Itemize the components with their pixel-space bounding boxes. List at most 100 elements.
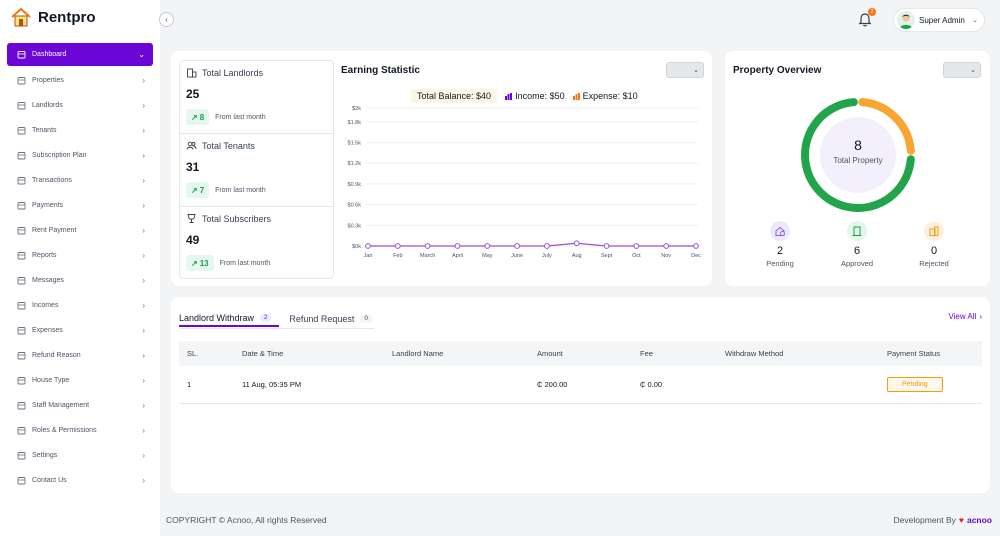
y-tick-label: $2k <box>352 106 361 112</box>
col-date: Date & Time <box>234 341 384 366</box>
sidebar-item-settings[interactable]: Settings › <box>7 443 153 468</box>
settings-icon <box>16 451 26 461</box>
chevron-right-icon: › <box>979 312 982 321</box>
col-sl: SL. <box>179 341 234 366</box>
y-tick-label: $1.2k <box>348 161 362 167</box>
sidebar-item-house-type[interactable]: House Type › <box>7 368 153 393</box>
chart-legend: Total Balance: $40 Income: $50 Expense: … <box>411 89 638 103</box>
sidebar-item-tenants[interactable]: Tenants › <box>7 118 153 143</box>
sidebar-item-expenses[interactable]: Expenses › <box>7 318 153 343</box>
footer-copyright: COPYRIGHT © Acnoo, All rights Reserved <box>166 515 327 525</box>
income-icon <box>16 301 26 311</box>
sidebar-item-label: Properties <box>32 77 64 84</box>
sidebar-item-incomes[interactable]: Incomes › <box>7 293 153 318</box>
data-point[interactable] <box>573 240 580 247</box>
sidebar-item-subscription-plan[interactable]: Subscription Plan › <box>7 143 153 168</box>
cell-landlord-name <box>384 366 529 404</box>
earning-chart: $0k $0.3k $0.6k $0.9k $1.2k $1.5k $1.8k $2k Jan F… <box>348 106 702 259</box>
chevron-right-icon: › <box>142 76 145 85</box>
sidebar-item-roles-permissions[interactable]: Roles & Permissions › <box>7 418 153 443</box>
tab-label: Landlord Withdraw <box>179 312 255 323</box>
data-point[interactable] <box>514 243 520 249</box>
data-point[interactable] <box>365 243 371 249</box>
landlord-building-icon <box>187 68 197 78</box>
data-point[interactable] <box>603 243 610 249</box>
view-all-link[interactable]: View All › <box>948 312 982 321</box>
x-tick-label: Nov <box>661 253 671 259</box>
tab-refund-request[interactable]: Refund Request 0 <box>289 310 379 327</box>
user-menu[interactable]: Super Admin ⌄ <box>893 8 985 32</box>
chevron-right-icon: › <box>142 101 145 110</box>
sidebar-item-properties[interactable]: Properties › <box>7 68 153 93</box>
sidebar-item-contact-us[interactable]: Contact Us › <box>7 468 153 493</box>
legend-expense: Expense: $10 <box>572 91 638 101</box>
house-type-icon <box>16 376 26 386</box>
sidebar-item-rent-payment[interactable]: Rent Payment › <box>7 218 153 243</box>
sidebar-item-staff-management[interactable]: Staff Management › <box>7 393 153 418</box>
table-row[interactable]: 1 11 Aug, 05:35 PM ₵ 200.00 ₵ 0.00 Pendi… <box>179 366 982 404</box>
footer-dev-brand[interactable]: acnoo <box>967 515 992 525</box>
sidebar-item-transactions[interactable]: Transactions › <box>7 168 153 193</box>
brand[interactable]: Rentpro <box>10 7 96 27</box>
trend-chip: ↗ 7 <box>186 182 210 198</box>
brand-logo-icon <box>11 7 31 27</box>
data-point[interactable] <box>633 243 640 249</box>
overview-title: Property Overview <box>733 65 822 76</box>
data-point[interactable] <box>394 243 401 249</box>
sidebar-item-label: Reports <box>32 252 57 259</box>
total-property-label: Total Property <box>833 156 883 165</box>
tab-label: Refund Request <box>289 313 355 324</box>
earning-period-select[interactable]: ⌄ <box>666 62 704 78</box>
chevron-left-icon: ‹ <box>165 15 168 24</box>
sidebar-item-dashboard[interactable]: Dashboard ⌄ <box>7 43 153 66</box>
chevron-right-icon: › <box>142 301 145 310</box>
sidebar-item-label: Tenants <box>32 127 57 134</box>
footer-developer: Development By ♥ acnoo <box>894 515 992 525</box>
x-tick-label: April <box>452 253 463 259</box>
sidebar-item-label: Subscription Plan <box>32 152 87 159</box>
sidebar-item-landlords[interactable]: Landlords › <box>7 93 153 118</box>
approved-value: 6 <box>853 245 861 257</box>
total-property-value: 8 <box>854 137 862 153</box>
data-point[interactable] <box>484 243 491 249</box>
trend-up-icon: ↗ <box>191 185 198 195</box>
stat-tenants-value: 31 <box>186 160 200 174</box>
donut-center: 8 Total Property <box>825 123 891 189</box>
sidebar-item-label: Contact Us <box>32 477 67 484</box>
overview-period-select[interactable]: ⌄ <box>943 62 981 78</box>
sidebar-item-label: Messages <box>32 277 64 284</box>
chevron-down-icon: ⌄ <box>970 67 976 74</box>
chevron-right-icon: › <box>142 376 145 385</box>
series-line <box>368 242 696 247</box>
chevron-right-icon: › <box>142 451 145 460</box>
chevron-right-icon: › <box>142 201 145 210</box>
sidebar-item-messages[interactable]: Messages › <box>7 268 153 293</box>
chevron-right-icon: › <box>142 276 145 285</box>
withdraw-card: Landlord Withdraw 2 Refund Request 0 Vie… <box>171 297 990 493</box>
y-tick-label: $1.5k <box>348 141 362 147</box>
stat-tenants-change: 7 <box>199 185 205 195</box>
y-tick-label: $0k <box>352 244 361 250</box>
heart-icon: ♥ <box>958 515 964 525</box>
data-point[interactable] <box>693 243 699 249</box>
sidebar-item-payments[interactable]: Payments › <box>7 193 153 218</box>
roles-icon <box>16 426 26 436</box>
data-point[interactable] <box>454 243 461 249</box>
data-point[interactable] <box>663 243 670 249</box>
withdraw-table: SL. Date & Time Landlord Name Amount Fee… <box>179 341 982 404</box>
building-icon <box>16 76 26 86</box>
overview-pending: 2 Pending <box>750 221 810 268</box>
collapse-sidebar-button[interactable]: ‹ <box>159 12 174 27</box>
transactions-icon <box>16 176 26 186</box>
sidebar-item-label: Rent Payment <box>32 227 77 234</box>
sidebar-item-reports[interactable]: Reports › <box>7 243 153 268</box>
earning-chart-title: Earning Statistic <box>341 65 420 76</box>
data-point[interactable] <box>544 243 550 249</box>
chevron-right-icon: › <box>142 351 145 360</box>
data-point[interactable] <box>424 243 431 249</box>
sidebar-item-refund-reason[interactable]: Refund Reason › <box>7 343 153 368</box>
cell-sl: 1 <box>179 366 234 404</box>
tab-landlord-withdraw[interactable]: Landlord Withdraw 2 <box>179 310 280 327</box>
stat-note: From last month <box>215 113 266 121</box>
col-payment-status: Payment Status <box>879 341 982 366</box>
